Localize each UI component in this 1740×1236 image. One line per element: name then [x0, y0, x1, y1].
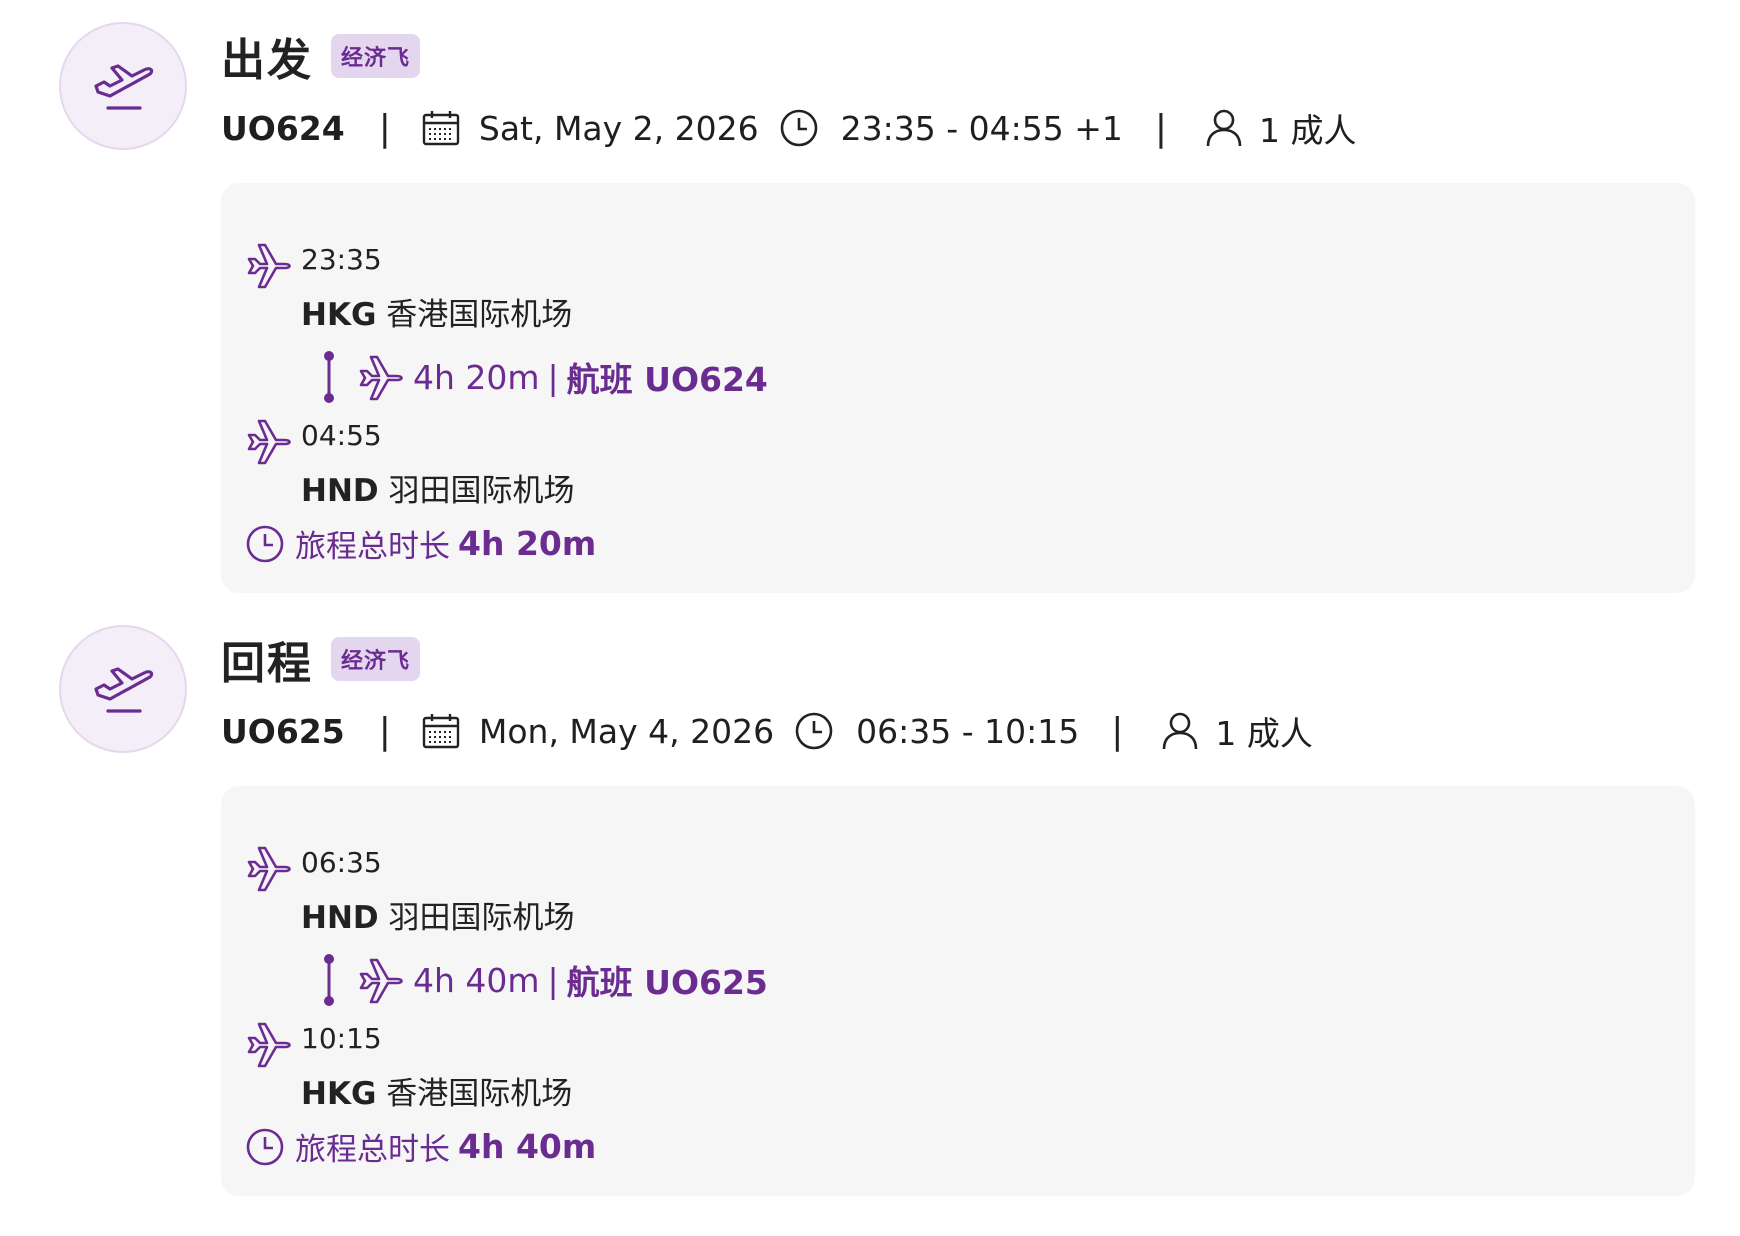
calendar-icon: [421, 108, 461, 148]
plane-icon: [357, 956, 405, 1004]
flight-number: UO625: [221, 711, 345, 751]
plane-icon: [245, 241, 293, 293]
passenger-count: 1 成人: [1259, 111, 1357, 150]
divider: |: [547, 357, 559, 397]
segment-duration-row: 4h 20m | 航班 UO624: [321, 351, 768, 403]
leg-title: 回程: [221, 638, 313, 689]
total-duration-label: 旅程总时长: [295, 1132, 450, 1168]
flight-date: Sat, May 2, 2026: [478, 108, 759, 148]
leg-title-row: 回程 经济飞: [221, 627, 421, 691]
flight-link[interactable]: 航班 UO625: [567, 956, 768, 1004]
segment-duration-row: 4h 40m | 航班 UO625: [321, 954, 768, 1006]
airport-name: 香港国际机场: [386, 1076, 573, 1112]
segment-card: 06:35 HND 羽田国际机场 4h 40m | 航班 UO625 10:15…: [221, 786, 1695, 1196]
leg-title-row: 出发 经济飞: [221, 24, 421, 88]
plane-icon: [245, 417, 293, 469]
leg-info-row: UO625 | Mon, May 4, 2026 06:35 - 10:15 |…: [221, 707, 1313, 755]
leg-info-row: UO624 | Sat, May 2, 2026 23:35 - 04:55 +…: [221, 104, 1357, 152]
total-duration-value: 4h 40m: [458, 1127, 597, 1166]
leg-title: 出发: [221, 35, 313, 86]
fare-badge: 经济飞: [331, 34, 421, 78]
airport-code: HKG: [301, 297, 377, 333]
departure-airport: HKG 香港国际机场: [301, 289, 572, 334]
clock-icon: [794, 711, 834, 751]
takeoff-icon: [59, 22, 187, 150]
plane-icon: [357, 353, 405, 401]
passenger-count: 1 成人: [1215, 714, 1313, 753]
plane-icon: [245, 844, 293, 896]
airport-code: HND: [301, 473, 379, 509]
flight-link[interactable]: 航班 UO624: [567, 353, 768, 401]
total-duration-label: 旅程总时长: [295, 529, 450, 565]
segment-duration: 4h 20m: [413, 357, 540, 397]
total-duration-row: 旅程总时长 4h 20m: [245, 521, 596, 566]
airport-code: HND: [301, 900, 379, 936]
person-icon: [1205, 108, 1243, 148]
divider: |: [1111, 710, 1124, 752]
total-duration-row: 旅程总时长 4h 40m: [245, 1124, 596, 1169]
airport-name: 羽田国际机场: [388, 900, 575, 936]
segment-card: 23:35 HKG 香港国际机场 4h 20m | 航班 UO624 04:55…: [221, 183, 1695, 593]
airport-name: 羽田国际机场: [388, 473, 575, 509]
time-range: 23:35 - 04:55 +1: [840, 108, 1123, 148]
flight-number: UO624: [221, 108, 345, 148]
time-range: 06:35 - 10:15: [856, 711, 1080, 751]
arrival-airport: HKG 香港国际机场: [301, 1068, 572, 1113]
departure-time: 06:35: [301, 846, 382, 879]
connector-line: [321, 351, 337, 403]
takeoff-icon: [59, 625, 187, 753]
clock-icon: [245, 524, 285, 564]
departure-airport: HND 羽田国际机场: [301, 892, 574, 937]
arrival-time: 10:15: [301, 1022, 382, 1055]
person-icon: [1161, 711, 1199, 751]
connector-line: [321, 954, 337, 1006]
total-duration-value: 4h 20m: [458, 524, 597, 563]
fare-badge: 经济飞: [331, 637, 421, 681]
clock-icon: [779, 108, 819, 148]
plane-icon: [245, 1020, 293, 1072]
arrival-time: 04:55: [301, 419, 382, 452]
airport-code: HKG: [301, 1076, 377, 1112]
flight-date: Mon, May 4, 2026: [478, 711, 775, 751]
airport-name: 香港国际机场: [386, 297, 573, 333]
calendar-icon: [421, 711, 461, 751]
divider: |: [378, 710, 391, 752]
clock-icon: [245, 1127, 285, 1167]
segment-duration: 4h 40m: [413, 960, 540, 1000]
divider: |: [547, 960, 559, 1000]
divider: |: [378, 107, 391, 149]
departure-time: 23:35: [301, 243, 382, 276]
divider: |: [1154, 107, 1168, 149]
arrival-airport: HND 羽田国际机场: [301, 465, 574, 510]
